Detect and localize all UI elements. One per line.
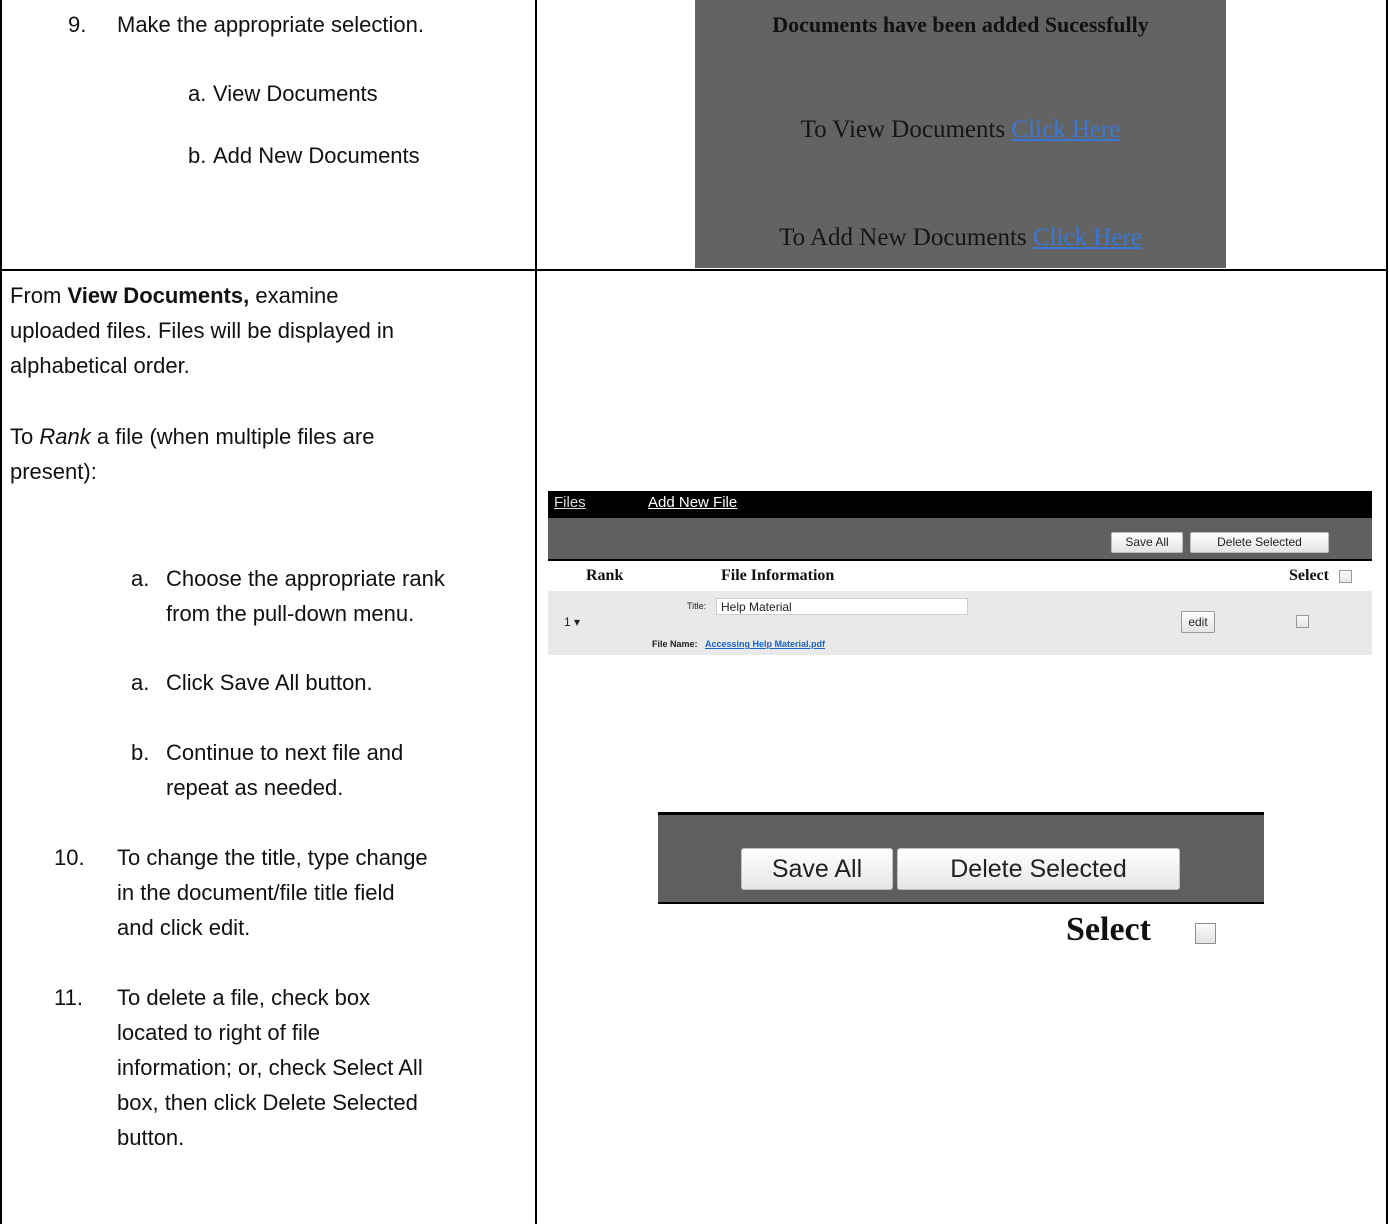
intro-rest: examine <box>255 283 339 308</box>
sub-item-text: View Documents <box>213 81 378 106</box>
table-row-divider <box>0 269 1388 271</box>
rank-prefix: To <box>10 424 34 449</box>
add-documents-link[interactable]: Click Here <box>1033 224 1142 251</box>
step-10-line: and click edit. <box>117 915 251 940</box>
title-field[interactable]: Help Material <box>716 598 968 615</box>
step-9-number: 9. <box>68 12 87 37</box>
success-headline: Documents have been added Sucessfully <box>772 12 1149 37</box>
sub-item-marker: a. <box>131 566 150 591</box>
tab-files[interactable]: Files <box>554 494 586 511</box>
save-all-button-zoomed[interactable]: Save All <box>741 848 893 890</box>
edit-button[interactable]: edit <box>1181 611 1215 633</box>
success-screenshot: Documents have been added Sucessfully To… <box>695 0 1226 268</box>
step-10-line: in the document/file title field <box>117 880 395 905</box>
sub-item-marker: a. <box>188 81 207 106</box>
table-border-right <box>1386 0 1388 1224</box>
files-screenshot: Files Add New File Save All Delete Selec… <box>548 491 1372 655</box>
intro-line-1: From View Documents, examine <box>10 278 339 313</box>
sub-item-text: Continue to next file and <box>166 740 404 765</box>
files-header-row: Rank File Information Select <box>548 559 1372 591</box>
save-all-button[interactable]: Save All <box>1111 532 1183 553</box>
sub-item-marker: b. <box>131 740 150 765</box>
step-9-text: Make the appropriate selection. <box>117 12 424 37</box>
sub-item-text: Choose the appropriate rank <box>166 566 445 591</box>
file-select-checkbox[interactable] <box>1296 615 1309 628</box>
sub-item-marker: a. <box>131 670 150 695</box>
select-label-zoomed: Select <box>1066 911 1151 948</box>
intro-bold: View Documents, <box>67 283 250 308</box>
step-11-number: 11. <box>54 985 83 1010</box>
step-11-line: button. <box>117 1125 185 1150</box>
intro-line-3: alphabetical order. <box>10 353 190 378</box>
sub-item-text: Click Save All button. <box>166 670 373 695</box>
rank-dropdown[interactable]: 1 ▾ <box>564 613 594 631</box>
title-label: Title: <box>687 601 707 611</box>
table-border-left <box>0 0 2 1224</box>
step-10-line: To change the title, type change <box>117 845 428 870</box>
delete-selected-button-zoomed[interactable]: Delete Selected <box>897 848 1180 890</box>
rank-rest: a file (when multiple files are <box>96 424 375 449</box>
view-documents-link[interactable]: Click Here <box>1011 116 1120 143</box>
add-documents-line: To Add New Documents Click Here <box>695 224 1226 252</box>
add-documents-prefix: To Add New Documents <box>779 224 1027 251</box>
file-information-column-header: File Information <box>721 567 835 584</box>
rank-italic: Rank <box>39 424 91 449</box>
view-documents-line: To View Documents Click Here <box>695 116 1226 144</box>
rank-column-header: Rank <box>586 567 624 584</box>
file-name-label: File Name: <box>652 639 698 649</box>
step-11-line: located to right of file <box>117 1020 321 1045</box>
table-border-middle <box>535 0 537 1224</box>
sub-item-marker: b. <box>188 143 207 168</box>
files-toolbar: Save All Delete Selected <box>548 518 1372 559</box>
files-tab-bar: Files Add New File <box>548 491 1372 518</box>
tab-add-new-file[interactable]: Add New File <box>648 494 737 511</box>
view-documents-prefix: To View Documents <box>800 116 1006 143</box>
select-all-checkbox-zoomed[interactable] <box>1195 923 1216 944</box>
intro-prefix: From <box>10 283 62 308</box>
sub-item-text: repeat as needed. <box>166 775 344 800</box>
step-10-number: 10. <box>54 845 85 870</box>
intro-line-2: uploaded files. Files will be displayed … <box>10 318 394 343</box>
select-all-checkbox[interactable] <box>1339 570 1352 583</box>
rank-line-2: present): <box>10 459 97 484</box>
step-11-line: box, then click Delete Selected <box>117 1090 418 1115</box>
rank-line-1: To Rank a file (when multiple files are <box>10 419 374 454</box>
zoomed-toolbar-screenshot: Save All Delete Selected <box>658 812 1264 904</box>
delete-selected-button[interactable]: Delete Selected <box>1190 532 1329 553</box>
select-column-header: Select <box>1289 567 1329 584</box>
file-row: 1 ▾ Title: Help Material File Name: Acce… <box>548 591 1372 655</box>
file-name-link[interactable]: Accessing Help Material.pdf <box>705 639 825 649</box>
step-11-line: information; or, check Select All <box>117 1055 423 1080</box>
step-11-line: To delete a file, check box <box>117 985 371 1010</box>
sub-item-text: from the pull-down menu. <box>166 601 415 626</box>
sub-item-text: Add New Documents <box>213 143 420 168</box>
